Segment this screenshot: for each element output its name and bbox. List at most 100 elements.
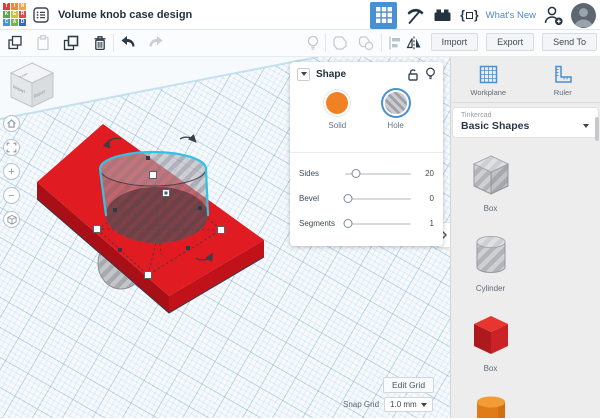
group-button[interactable] xyxy=(331,34,349,52)
corner-handle[interactable] xyxy=(144,271,152,279)
rotate-handle-icon[interactable] xyxy=(179,134,197,143)
viewport-3d[interactable]: TOP FRONT RIGHT + − Edit Grid Snap Grid … xyxy=(0,57,450,418)
account-avatar[interactable] xyxy=(571,2,596,28)
redo-button[interactable] xyxy=(147,34,165,52)
copy-button[interactable] xyxy=(6,34,24,52)
collapse-panel-button[interactable] xyxy=(297,67,310,81)
flip-button[interactable] xyxy=(405,34,423,52)
blocks-editor-button[interactable] xyxy=(404,5,425,26)
workplane-tool[interactable]: Workplane xyxy=(451,57,526,102)
paste-icon xyxy=(37,35,49,51)
solid-material-swatch[interactable]: Solid xyxy=(326,92,349,148)
zoom-in-button[interactable]: + xyxy=(3,163,20,180)
whats-new-link[interactable]: What's New xyxy=(486,10,536,21)
center-handle-core xyxy=(164,191,168,195)
edit-grid-button[interactable]: Edit Grid xyxy=(383,377,435,393)
segments-slider-track[interactable] xyxy=(343,218,411,228)
dashboard-grid-button[interactable] xyxy=(370,1,398,29)
pickaxe-icon xyxy=(407,8,424,24)
library-name: Basic Shapes xyxy=(461,120,530,132)
shape-item-red-box[interactable]: Box xyxy=(455,302,526,382)
perspective-cube-icon xyxy=(6,214,17,225)
ungroup-button[interactable] xyxy=(357,34,375,52)
edge-handle[interactable] xyxy=(118,248,122,252)
shape-sliders: Sides 20 Bevel 0 Segments 1 xyxy=(290,153,443,246)
unlock-icon xyxy=(408,68,418,81)
height-handle[interactable] xyxy=(149,171,157,179)
paste-button[interactable] xyxy=(34,34,52,52)
sides-slider-knob[interactable] xyxy=(351,168,361,178)
invite-collaborator-button[interactable] xyxy=(543,4,564,27)
delete-button[interactable] xyxy=(91,34,109,52)
visibility-toggle-button[interactable] xyxy=(425,67,436,81)
home-view-button[interactable] xyxy=(3,115,20,132)
corner-handle[interactable] xyxy=(93,225,101,233)
slider-value: 0 xyxy=(429,194,434,203)
sidebar-scrollbar[interactable] xyxy=(595,117,599,141)
bevel-slider-track[interactable] xyxy=(343,193,411,203)
hole-box-icon xyxy=(472,155,509,195)
lightbulb-icon xyxy=(307,35,319,50)
edge-handle[interactable] xyxy=(146,156,150,160)
shape-label: Cylinder xyxy=(475,284,506,293)
lightbulb-icon xyxy=(426,67,435,80)
header-actions: {} What's New xyxy=(370,0,596,30)
library-brand: Tinkercad xyxy=(461,112,492,119)
logo-letter: I xyxy=(11,3,18,10)
tinkercad-logo[interactable]: TIN KER CAD xyxy=(3,3,26,26)
zoom-out-button[interactable]: − xyxy=(3,187,20,204)
ruler-tool[interactable]: Ruler xyxy=(526,57,600,102)
shape-label: Box xyxy=(483,364,498,373)
undo-icon xyxy=(121,36,135,47)
logo-letter: N xyxy=(19,3,26,10)
show-all-button[interactable] xyxy=(304,34,322,52)
segments-slider-knob[interactable] xyxy=(343,218,353,228)
hole-cylinder[interactable] xyxy=(99,151,208,243)
send-to-button[interactable]: Send To xyxy=(542,33,597,51)
export-button[interactable]: Export xyxy=(486,33,535,51)
import-button[interactable]: Import xyxy=(430,33,479,51)
top-header: TIN KER CAD Volume knob case design {} … xyxy=(0,0,600,30)
design-title: Volume knob case design xyxy=(58,8,193,21)
edge-handle[interactable] xyxy=(113,208,117,212)
bricks-editor-button[interactable] xyxy=(432,6,453,24)
add-person-icon xyxy=(544,6,563,25)
tinkercad-app: TIN KER CAD Volume knob case design {} … xyxy=(0,0,600,419)
home-icon xyxy=(7,119,16,128)
duplicate-icon xyxy=(63,35,79,51)
logo-letter: K xyxy=(3,11,10,18)
snap-grid-control: Snap Grid 1.0 mm xyxy=(343,397,433,412)
edge-handle[interactable] xyxy=(186,246,190,250)
shape-library-dropdown[interactable]: Tinkercad Basic Shapes xyxy=(453,108,598,137)
snap-grid-value: 1.0 mm xyxy=(390,400,417,409)
snap-grid-dropdown[interactable]: 1.0 mm xyxy=(384,397,433,412)
snap-grid-label: Snap Grid xyxy=(343,400,380,409)
shape-item-orange-cylinder[interactable]: Cylinder xyxy=(455,382,526,418)
hole-material-swatch[interactable]: Hole xyxy=(384,92,407,148)
redo-icon xyxy=(149,36,163,47)
shape-item-hole-cylinder[interactable]: Cylinder xyxy=(455,222,526,302)
perspective-toggle-button[interactable] xyxy=(3,211,20,228)
shape-item-hole-box[interactable]: Box xyxy=(455,142,526,222)
edge-handle[interactable] xyxy=(198,206,202,210)
sides-slider-track[interactable] xyxy=(345,168,411,178)
fit-view-button[interactable] xyxy=(3,139,20,156)
workplane-label: Workplane xyxy=(470,87,507,97)
bevel-slider-knob[interactable] xyxy=(343,193,353,203)
undo-button[interactable] xyxy=(119,34,137,52)
duplicate-button[interactable] xyxy=(62,34,80,52)
lock-toggle-button[interactable] xyxy=(407,68,419,81)
codeblocks-button[interactable]: {} xyxy=(460,8,478,22)
corner-handle[interactable] xyxy=(217,226,225,234)
slider-value: 1 xyxy=(429,219,434,228)
shape-panel-title: Shape xyxy=(316,68,347,80)
align-button[interactable] xyxy=(386,34,404,52)
workplane-icon xyxy=(479,65,497,83)
design-properties-button[interactable] xyxy=(32,6,50,24)
shape-inspector-panel: Shape Solid Hole Sides 20 Bevel 0 Segmen… xyxy=(290,62,443,246)
logo-letter: R xyxy=(19,11,26,18)
view-cube[interactable]: TOP FRONT RIGHT xyxy=(6,60,58,112)
logo-letter: D xyxy=(19,19,26,26)
hole-striped-circle xyxy=(384,92,407,114)
logo-letter: E xyxy=(11,11,18,18)
